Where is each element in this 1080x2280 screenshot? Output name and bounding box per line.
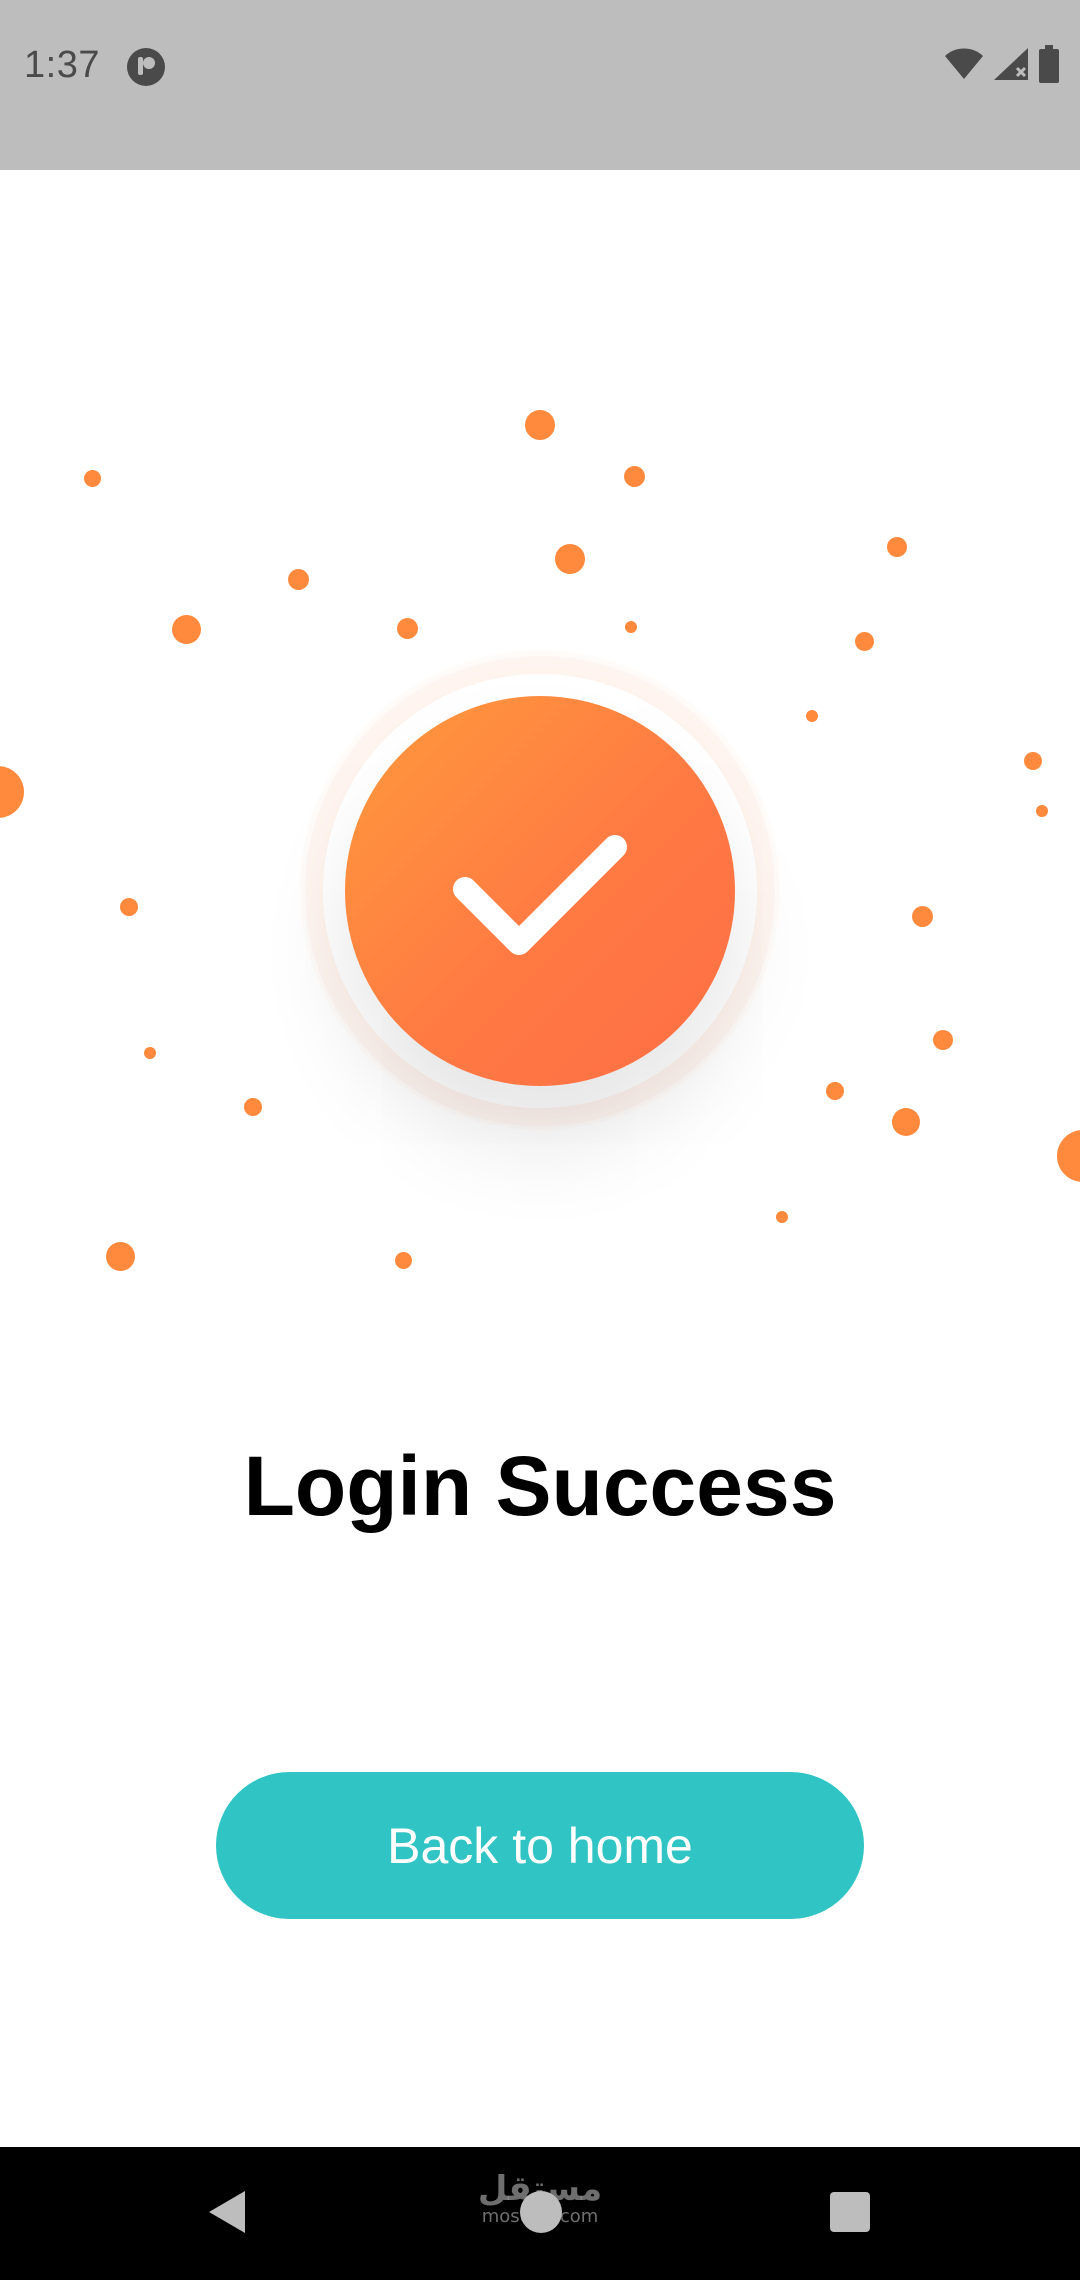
confetti-dot [172,615,201,644]
confetti-dot [144,1047,156,1059]
confetti-dot [855,632,874,651]
confetti-dot [84,470,101,487]
confetti-dot [806,710,818,722]
wifi-icon [944,47,984,86]
confetti-dot [1024,752,1042,770]
confetti-dot [892,1108,920,1136]
confetti-dot [1057,1130,1080,1182]
confetti-dot [933,1030,953,1050]
confetti-dot [625,621,637,633]
app-notification-icon [127,48,165,86]
page-title: Login Success [243,1439,837,1533]
success-badge [345,696,735,1086]
confetti-dot [525,410,555,440]
confetti-dot [120,898,138,916]
confetti-dot [397,618,418,639]
confetti-dot [555,544,585,574]
success-illustration [0,170,1080,1320]
confetti-dot [826,1082,844,1100]
confetti-dot [288,569,309,590]
login-success-screen: 1:37 Login Success Back to home مستقل [0,0,1080,2280]
confetti-dot [1036,805,1048,817]
confetti-dot [0,766,24,818]
confetti-dot [624,466,645,487]
confetti-dot [106,1242,135,1271]
status-time: 1:37 [24,44,100,86]
navigation-bar: مستقل mostaql.com [0,2147,1080,2280]
confetti-dot [244,1098,262,1116]
recents-icon[interactable] [830,2192,870,2232]
signal-icon [992,46,1030,87]
confetti-dot [395,1252,412,1269]
home-icon[interactable] [520,2191,562,2233]
status-icons [944,44,1060,88]
confetti-dot [912,906,933,927]
confetti-dot [887,537,907,557]
back-icon[interactable] [205,2187,249,2237]
back-to-home-button[interactable]: Back to home [216,1772,864,1919]
battery-icon [1038,44,1060,88]
status-bar: 1:37 [0,0,1080,170]
confetti-dot [776,1211,788,1223]
